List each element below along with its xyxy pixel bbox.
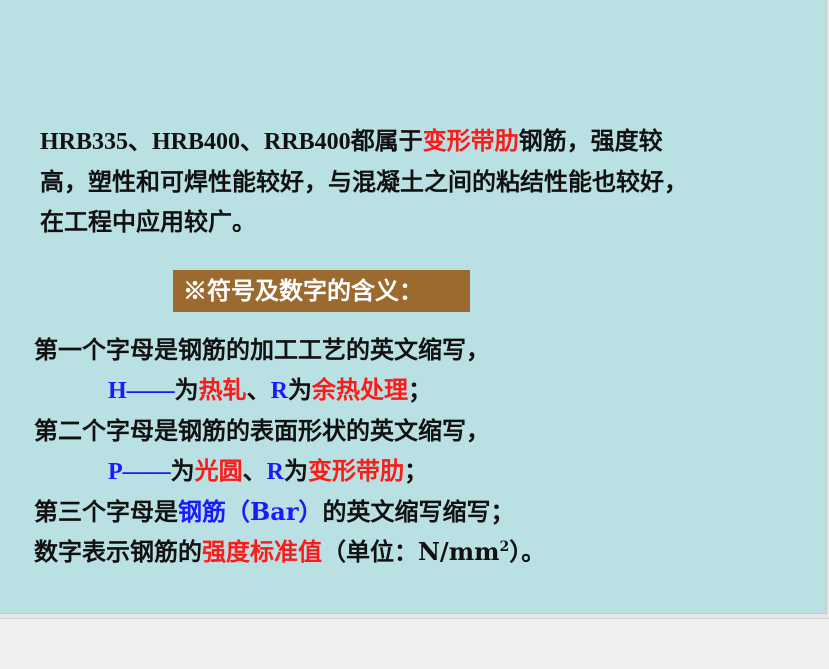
meaning-list: 第一个字母是钢筋的加工工艺的英文缩写， H——为热轧、R为余热处理； 第二个字母… (34, 330, 814, 571)
bottom-bar (0, 618, 829, 669)
list-item: H——为热轧、R为余热处理； (108, 374, 433, 404)
letter-h: H—— (108, 377, 175, 404)
highlight-deformed-ribbed: 变形带肋 (308, 455, 405, 485)
highlight-plain-round: 光圆 (194, 455, 243, 485)
list-item: 第二个字母是钢筋的表面形状的英文缩写， (34, 416, 490, 445)
intro-text-2: 钢筋，强度较 (518, 126, 663, 155)
symbol-meaning-banner: ※符号及数字的含义： (173, 270, 470, 312)
list-item: P——为光圆、R为变形带肋； (108, 455, 429, 485)
letter-r: R (270, 377, 289, 404)
grade-codes: HRB335、HRB400、RRB400 (40, 129, 351, 155)
highlight-bar: 钢筋（Bar） (178, 497, 323, 526)
highlight-deformed-ribbed: 变形带肋 (422, 126, 519, 155)
highlight-strength-standard: 强度标准值 (202, 536, 322, 566)
intro-line-3: 在工程中应用较广。 (40, 207, 256, 236)
highlight-residual-heat: 余热处理 (312, 374, 409, 404)
letter-p: P—— (108, 458, 171, 485)
list-item: 数字表示钢筋的强度标准值（单位：N/mm2）。 (34, 536, 546, 566)
letter-r: R (266, 458, 285, 485)
intro-text-1: 都属于 (350, 126, 423, 155)
intro-line-2: 高，塑性和可焊性能较好，与混凝土之间的粘结性能也较好， (40, 167, 688, 196)
highlight-hot-rolled: 热轧 (198, 374, 247, 404)
list-item: 第一个字母是钢筋的加工工艺的英文缩写， (34, 335, 490, 364)
list-item: 第三个字母是钢筋（Bar）的英文缩写缩写； (34, 497, 515, 526)
slide-canvas: HRB335、HRB400、RRB400都属于变形带肋钢筋，强度较 高，塑性和可… (0, 0, 827, 614)
intro-paragraph: HRB335、HRB400、RRB400都属于变形带肋钢筋，强度较 高，塑性和可… (40, 121, 800, 242)
superscript-two: 2 (499, 538, 510, 555)
intro-line-1: HRB335、HRB400、RRB400都属于变形带肋钢筋，强度较 (40, 121, 800, 162)
